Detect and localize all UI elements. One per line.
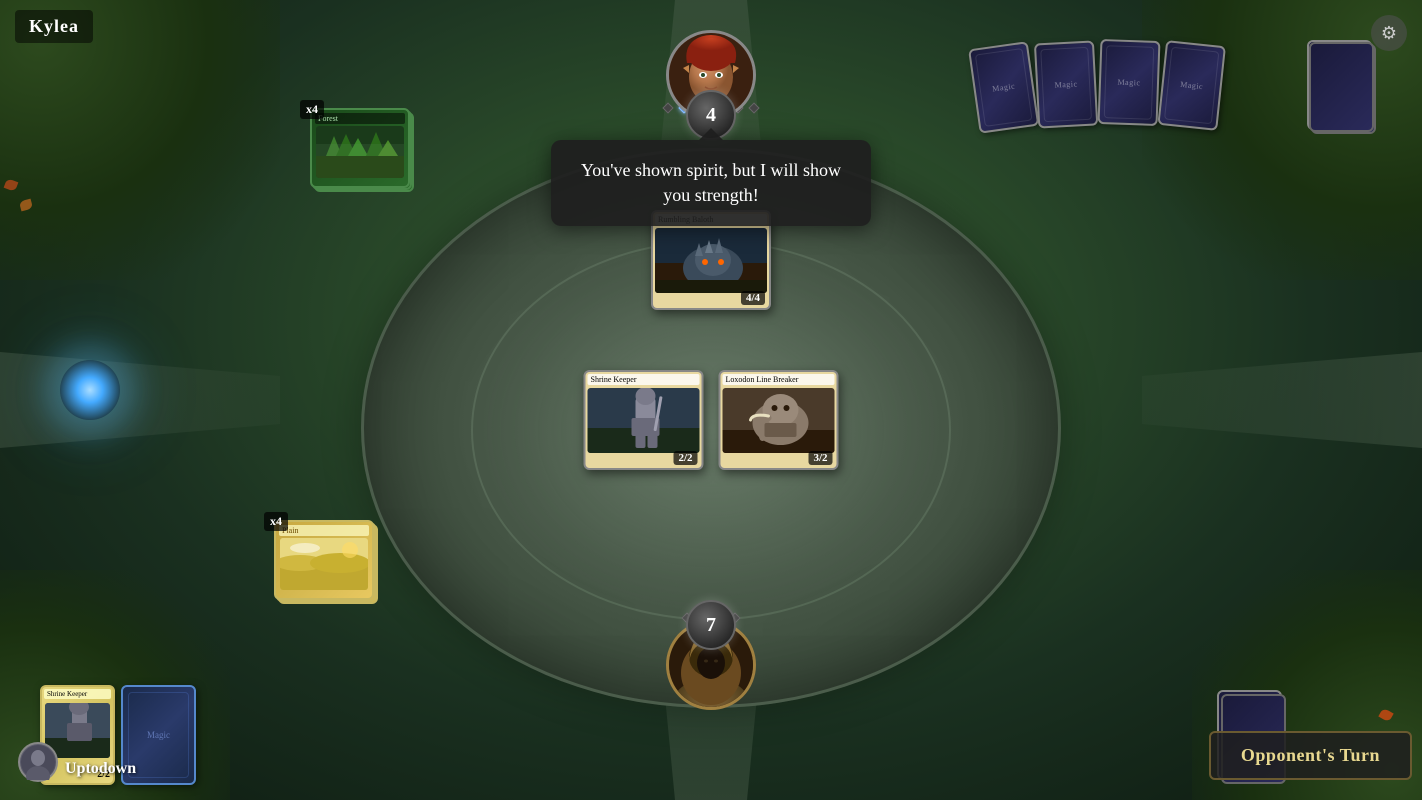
player-life-total: 7 <box>686 600 736 650</box>
player-deck-count: x4 <box>264 512 288 531</box>
loxodon-stats: 3/2 <box>808 451 832 465</box>
forest-art-svg <box>316 126 404 178</box>
forest-card-art <box>316 126 404 178</box>
shrine-card-title: Shrine Keeper <box>588 374 700 385</box>
opponent-hand-card-3: Magic <box>1098 39 1161 126</box>
magic-logo-2: Magic <box>1054 79 1077 89</box>
path-left <box>0 320 280 480</box>
opponent-name-badge: Kylea <box>15 10 93 43</box>
opponents-turn-button[interactable]: Opponent's Turn <box>1209 731 1412 780</box>
opponent-hero-portrait: 4 <box>666 30 756 120</box>
shrine-stats: 2/2 <box>673 451 697 465</box>
opponent-hand: Magic Magic Magic Magic <box>973 40 1222 125</box>
player-avatar <box>18 742 58 782</box>
path-right <box>1142 320 1422 480</box>
plains-card-art <box>280 538 368 590</box>
settings-icon: ⚙ <box>1381 23 1397 44</box>
game-board: ⚙ Kylea <box>0 0 1422 800</box>
opponent-deck-stack[interactable]: Forest <box>310 108 410 188</box>
opponent-hand-card-4: Magic <box>1157 40 1226 131</box>
shrine-card-art <box>588 388 700 453</box>
opponent-library[interactable]: Magic <box>1307 40 1372 130</box>
plains-art-svg <box>280 538 368 590</box>
deck-card-forest: Forest <box>310 108 410 188</box>
magic-logo-4: Magic <box>1180 80 1204 91</box>
opponent-deck-count: x4 <box>300 100 324 119</box>
player-hero-portrait-wrap: 7 <box>666 620 756 710</box>
baloth-card-art <box>655 228 767 293</box>
plains-card-title: Plain <box>279 525 369 536</box>
library-layer-2 <box>1309 42 1374 132</box>
baloth-art-svg <box>655 228 767 293</box>
player-deck-stack[interactable]: Plain <box>274 520 374 600</box>
player-avatar-svg <box>20 744 56 780</box>
player-name-label: Uptodown <box>65 760 136 778</box>
speech-bubble-text: You've shown spirit, but I will show you… <box>581 160 841 205</box>
settings-button[interactable]: ⚙ <box>1371 15 1407 51</box>
bf-card-loxodon[interactable]: Loxodon Line Breaker <box>719 370 839 470</box>
magic-logo-1: Magic <box>992 81 1016 93</box>
player-battlefield: Shrine Keeper 2/2 L <box>584 370 839 470</box>
loxodon-art-svg <box>723 388 835 453</box>
glow-orb <box>60 360 120 420</box>
opponents-turn-text: Opponent's Turn <box>1241 745 1380 765</box>
shrine-art-svg <box>588 388 700 453</box>
card-back-border <box>128 692 189 778</box>
magic-logo-3: Magic <box>1117 78 1140 88</box>
opponent-hand-card-1: Magic <box>968 41 1039 134</box>
speech-bubble: You've shown spirit, but I will show you… <box>551 140 871 226</box>
loxodon-card-title: Loxodon Line Breaker <box>723 374 835 385</box>
forest-card-title: Forest <box>315 113 405 124</box>
hand-shrine-title: Shrine Keeper <box>44 689 111 699</box>
bf-card-shrine-keeper[interactable]: Shrine Keeper 2/2 <box>584 370 704 470</box>
baloth-stats: 4/4 <box>741 291 765 305</box>
loxodon-card-art <box>723 388 835 453</box>
opponent-hand-card-2: Magic <box>1034 40 1098 128</box>
plains-card-top: Plain <box>274 520 374 600</box>
